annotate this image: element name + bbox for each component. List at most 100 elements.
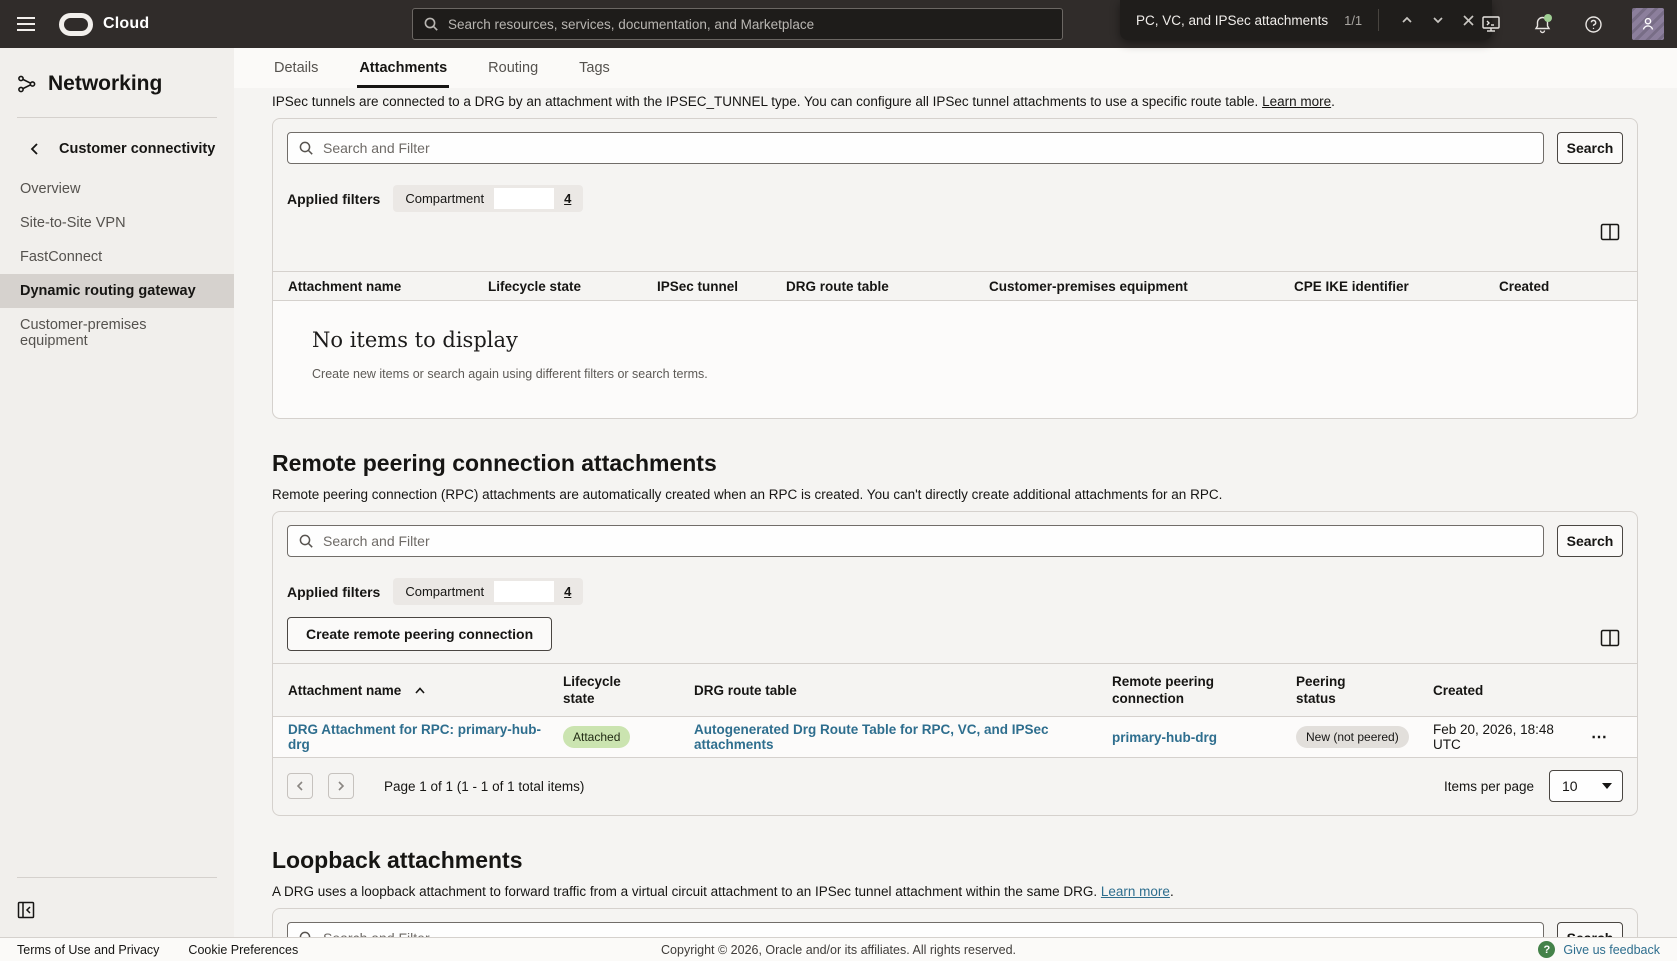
sort-ascending-icon: [414, 686, 426, 695]
compartment-filter-chip[interactable]: Compartment 4: [393, 185, 583, 212]
find-match-count: 1/1: [1344, 13, 1362, 28]
loopback-search-filter-field[interactable]: [287, 922, 1544, 937]
rpc-search-row: Search: [287, 525, 1623, 557]
hamburger-menu-icon[interactable]: [17, 11, 43, 37]
top-bar: Cloud PC, VC, and IPSec attachments 1/1: [0, 0, 1677, 48]
sidebar-nav: Overview Site-to-Site VPN FastConnect Dy…: [0, 172, 234, 358]
attachment-name-link[interactable]: DRG Attachment for RPC: primary-hub-drg: [288, 722, 553, 752]
loopback-description-text: A DRG uses a loopback attachment to forw…: [272, 884, 1101, 899]
column-header[interactable]: CPE IKE identifier: [1294, 272, 1499, 300]
rpc-search-input[interactable]: [323, 533, 1533, 549]
footer: Terms of Use and Privacy Cookie Preferen…: [0, 937, 1677, 961]
ipsec-search-button[interactable]: Search: [1557, 132, 1623, 164]
tab-details[interactable]: Details: [272, 50, 320, 88]
sidebar-item-overview[interactable]: Overview: [0, 172, 234, 206]
chevron-up-icon: [1400, 13, 1414, 27]
rpc-applied-filters: Applied filters Compartment 4: [287, 578, 1623, 605]
divider: [1378, 9, 1379, 31]
drg-route-table-link[interactable]: Autogenerated Drg Route Table for RPC, V…: [694, 722, 1102, 752]
oracle-logo-icon: [59, 13, 93, 36]
loopback-search-input[interactable]: [323, 930, 1533, 937]
tab-tags[interactable]: Tags: [577, 50, 612, 88]
column-header[interactable]: Attachment name: [273, 272, 488, 300]
find-next-button[interactable]: [1426, 8, 1449, 32]
chevron-down-icon: [1602, 783, 1612, 789]
sidebar-back-customer-connectivity[interactable]: Customer connectivity: [0, 141, 234, 157]
column-settings-button[interactable]: [1597, 625, 1623, 651]
ipsec-search-input[interactable]: [323, 140, 1533, 156]
column-header[interactable]: Lifecycle state: [488, 272, 657, 300]
tab-attachments[interactable]: Attachments: [357, 50, 449, 88]
previous-page-button[interactable]: [287, 773, 313, 799]
cloud-shell-button[interactable]: [1479, 12, 1503, 36]
help-button[interactable]: [1581, 12, 1605, 36]
create-remote-peering-connection-button[interactable]: Create remote peering connection: [287, 617, 552, 651]
row-actions-menu-button[interactable]: ⋯: [1591, 727, 1608, 747]
top-bar-actions: [1479, 0, 1664, 48]
sidebar-item-fastconnect[interactable]: FastConnect: [0, 240, 234, 274]
chip-count[interactable]: 4: [564, 584, 571, 599]
tab-routing[interactable]: Routing: [486, 50, 540, 88]
ipsec-learn-more-link[interactable]: Learn more: [1262, 94, 1331, 109]
networking-icon: [17, 74, 37, 94]
sidebar-item-site-to-site-vpn[interactable]: Site-to-Site VPN: [0, 206, 234, 240]
rpc-pagination: Page 1 of 1 (1 - 1 of 1 total items) Ite…: [273, 758, 1637, 815]
sidebar-item-dynamic-routing-gateway[interactable]: Dynamic routing gateway: [0, 274, 234, 308]
chevron-right-icon: [336, 780, 346, 792]
chevron-left-icon: [28, 142, 40, 156]
loopback-search-button[interactable]: Search: [1557, 922, 1623, 937]
terms-link[interactable]: Terms of Use and Privacy: [17, 943, 159, 957]
column-header[interactable]: Peering status: [1296, 664, 1433, 716]
compartment-filter-chip[interactable]: Compartment 4: [393, 578, 583, 605]
column-header[interactable]: Created: [1499, 272, 1637, 300]
loopback-description: A DRG uses a loopback attachment to forw…: [272, 884, 1638, 900]
column-header[interactable]: IPSec tunnel: [657, 272, 786, 300]
loopback-learn-more-link[interactable]: Learn more: [1101, 884, 1170, 899]
divider: [17, 877, 217, 878]
ipsec-table-tools: [287, 219, 1623, 245]
cookie-preferences-link[interactable]: Cookie Preferences: [188, 943, 298, 957]
column-header[interactable]: Created: [1433, 664, 1591, 716]
rpc-actions-row: Create remote peering connection: [287, 617, 1623, 651]
ipsec-description: IPSec tunnels are connected to a DRG by …: [272, 94, 1638, 110]
brand-name: Cloud: [103, 15, 149, 33]
give-feedback-link[interactable]: Give us feedback: [1563, 943, 1660, 957]
rpc-table-header: Attachment name Lifecycle state DRG rout…: [273, 663, 1637, 717]
find-previous-button[interactable]: [1395, 8, 1418, 32]
sidebar-header: Networking: [0, 72, 234, 96]
compartment-name-redacted: [494, 581, 554, 602]
feedback: ? Give us feedback: [1538, 941, 1660, 958]
rpc-search-button[interactable]: Search: [1557, 525, 1623, 557]
items-per-page-label: Items per page: [1444, 779, 1534, 794]
table-row: DRG Attachment for RPC: primary-hub-drg …: [273, 717, 1637, 758]
next-page-button[interactable]: [328, 773, 354, 799]
columns-icon: [1599, 628, 1621, 648]
close-icon: [1462, 14, 1475, 27]
column-header[interactable]: Lifecycle state: [563, 664, 694, 716]
global-search-bar[interactable]: [412, 8, 1063, 40]
ipsec-search-filter-field[interactable]: [287, 132, 1544, 164]
column-settings-button[interactable]: [1597, 219, 1623, 245]
user-avatar[interactable]: [1632, 8, 1664, 40]
column-header[interactable]: DRG route table: [694, 664, 1112, 716]
help-icon: [1584, 15, 1603, 34]
column-header[interactable]: DRG route table: [786, 272, 989, 300]
notifications-button[interactable]: [1530, 12, 1554, 36]
sidebar-collapse-button[interactable]: [17, 899, 39, 921]
chip-count[interactable]: 4: [564, 191, 571, 206]
remote-peering-connection-link[interactable]: primary-hub-drg: [1112, 730, 1217, 745]
column-header[interactable]: Remote peering connection: [1112, 664, 1296, 716]
applied-filters-label: Applied filters: [287, 584, 380, 600]
rpc-search-filter-field[interactable]: [287, 525, 1544, 557]
column-header-sorted[interactable]: Attachment name: [273, 664, 563, 716]
global-search-input[interactable]: [448, 17, 1052, 32]
column-header-label: Attachment name: [288, 682, 401, 699]
items-per-page: Items per page 10: [1444, 770, 1623, 802]
find-close-button[interactable]: [1457, 8, 1480, 32]
column-header[interactable]: Customer-premises equipment: [989, 272, 1294, 300]
chevron-down-icon: [1431, 13, 1445, 27]
period: .: [1331, 94, 1335, 109]
items-per-page-select[interactable]: 10: [1549, 770, 1623, 802]
copyright-text: Copyright © 2026, Oracle and/or its affi…: [661, 943, 1016, 957]
sidebar-item-customer-premises-equipment[interactable]: Customer-premises equipment: [0, 308, 234, 358]
